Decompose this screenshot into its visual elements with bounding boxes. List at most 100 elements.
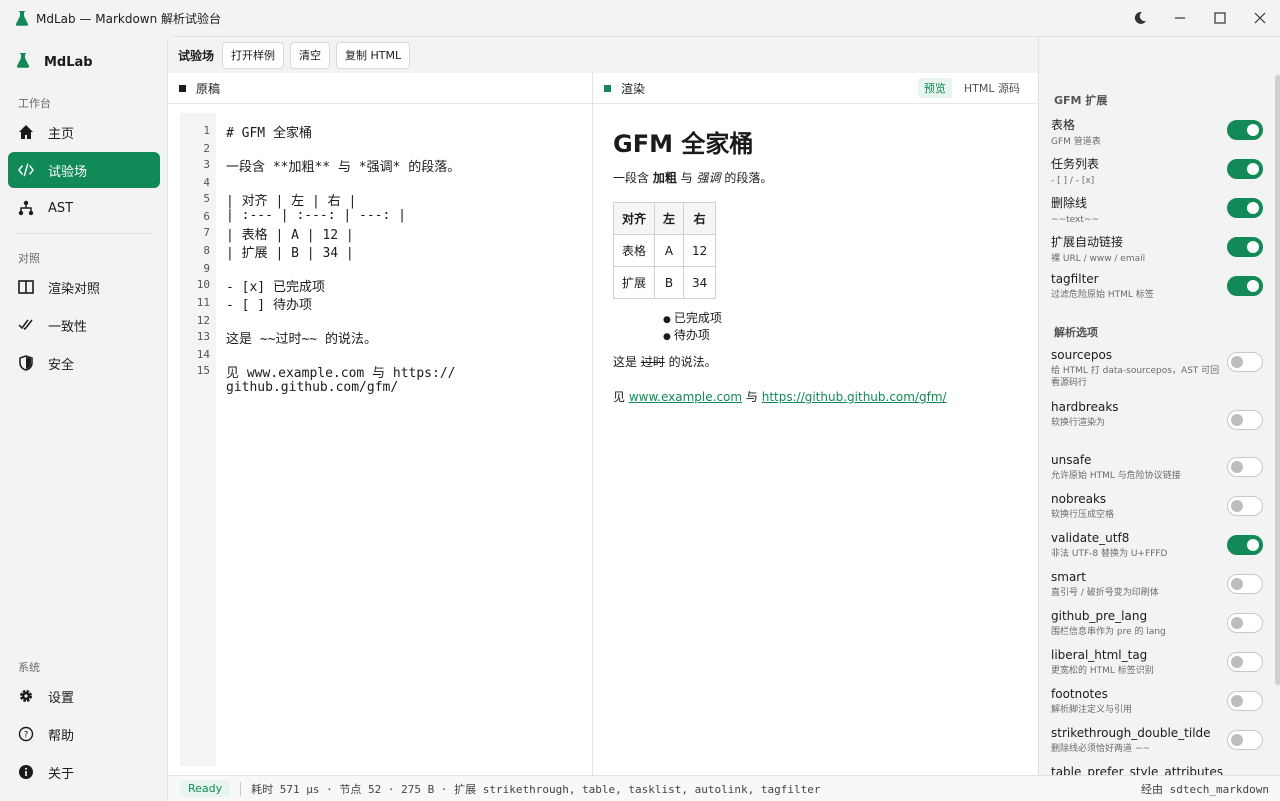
sidebar-item-label: 关于 [48,766,75,782]
render-pane-title: 渲染 [621,81,646,96]
toggle-autolink[interactable] [1227,237,1263,257]
preview-link[interactable]: https://github.github.com/gfm/ [762,390,947,404]
table-row: 表格 A 12 [612,234,717,267]
code-line: - [x] 已完成项 [226,280,325,295]
toggle-github-pre-lang[interactable] [1227,613,1263,633]
sidebar-item-about[interactable]: 关于 [8,754,160,790]
toggle-footnotes[interactable] [1227,691,1263,711]
toggle-liberal-html-tag[interactable] [1227,652,1263,672]
sidebar-item-security[interactable]: 安全 [8,345,160,381]
option-tagfilter: tagfilter 过滤危险原始 HTML 标签 [1051,272,1263,301]
table-cell: A [654,234,685,267]
toggle-nobreaks[interactable] [1227,496,1263,516]
table-header: 左 [654,202,685,235]
clear-button[interactable]: 清空 [290,41,331,69]
status-engine: 经由 sdtech_markdown [1141,782,1269,796]
moon-icon[interactable] [1120,0,1160,36]
option-desc: 过滤危险原始 HTML 标签 [1051,290,1154,300]
line-number: 15 [196,364,210,377]
code-line: - [ ] 待办项 [226,298,312,313]
svg-text:?: ? [24,731,29,741]
toggle-table[interactable] [1227,120,1263,140]
sidebar-item-label: 主页 [48,126,75,142]
option-strikethrough: 删除线 ~~text~~ [1051,194,1263,226]
sidebar-item-consistency[interactable]: 一致性 [8,307,160,343]
line-number: 9 [203,262,210,275]
option-sourcepos: sourcepos 给 HTML 打 data-sourcepos，AST 可回… [1051,348,1263,389]
sidebar-item-label: 设置 [48,690,75,706]
code-line: 这是 ~~过时~~ 的说法。 [226,332,377,347]
sidebar-item-label: 帮助 [48,728,75,744]
minimize-icon[interactable] [1160,0,1200,36]
toggle-sourcepos[interactable] [1227,352,1263,372]
option-table-prefer-style-attributes: table_prefer_style_attributes [1051,765,1263,775]
sidebar-item-render-compare[interactable]: 渲染对照 [8,269,160,305]
close-icon[interactable] [1240,0,1280,36]
line-number: 1 [203,124,210,137]
preview-paragraph: 这是 过时 的说法。 [613,353,1018,370]
source-editor[interactable]: 1 2 3 4 5 6 7 8 9 10 11 12 13 14 15 # GF… [168,104,593,775]
app-window: MdLab — Markdown 解析试验台 MdLab 工作台 主页 试验场 … [0,0,1280,801]
title-bar: MdLab — Markdown 解析试验台 [0,0,1280,36]
toggle-tasklist[interactable] [1227,159,1263,179]
status-bar: Ready 耗时 571 µs · 节点 52 · 275 B · 扩展 str… [168,775,1280,801]
toggle-hardbreaks[interactable] [1227,410,1263,430]
text: 的说法。 [664,355,717,369]
option-desc: 软换行压成空格 [1051,510,1115,520]
maximize-icon[interactable] [1200,0,1240,36]
code-icon [18,162,34,178]
text: 与 [676,171,697,185]
line-number: 13 [196,330,210,343]
toolbar: 试验场 打开样例 清空 复制 HTML [168,37,1038,73]
line-number: 5 [203,192,210,205]
option-desc: - [ ] / - [x] [1051,176,1095,186]
sidebar-item-settings[interactable]: 设置 [8,678,160,714]
preview-paragraph: 见 www.example.com 与 https://github.githu… [613,388,1018,405]
bold-text: 加粗 [652,171,677,185]
preview-list: 已完成项 待办项 [663,309,1018,343]
option-desc: ~~text~~ [1051,215,1099,225]
sidebar-item-help[interactable]: ? 帮助 [8,716,160,752]
code-line: | 扩展 | B | 34 | [226,246,354,261]
option-validate-utf8: validate_utf8 非法 UTF-8 替换为 U+FFFD [1051,531,1263,560]
sidebar-item-label: 安全 [48,357,75,373]
main-area: 试验场 打开样例 清空 复制 HTML 原稿 1 2 3 4 5 6 7 8 9… [167,36,1280,801]
line-number: 2 [203,142,210,155]
sidebar-item-playground[interactable]: 试验场 [8,152,160,188]
preview-link[interactable]: www.example.com [629,390,742,404]
line-number: 4 [203,176,210,189]
brand[interactable]: MdLab [16,52,93,72]
option-autolink: 扩展自动链接 裸 URL / www / email [1051,233,1263,265]
toggle-unsafe[interactable] [1227,457,1263,477]
extensions-title: GFM 扩展 [1054,94,1108,107]
option-name: table_prefer_style_attributes [1051,765,1223,775]
shield-icon [18,355,34,371]
options-scrollbar[interactable] [1275,75,1280,685]
toggle-validate-utf8[interactable] [1227,535,1263,555]
split-view-icon [18,279,34,295]
divider [16,233,154,234]
code-line: | :--- | :---: | ---: | [226,208,407,223]
option-github-pre-lang: github_pre_lang 围栏信息串作为 pre 的 lang [1051,609,1263,638]
tab-html-source[interactable]: HTML 源码 [958,78,1026,98]
toggle-smart[interactable] [1227,574,1263,594]
toggle-strikethrough[interactable] [1227,198,1263,218]
option-table: 表格 GFM 管道表 [1051,116,1263,148]
line-gutter: 1 2 3 4 5 6 7 8 9 10 11 12 13 14 15 [180,113,216,766]
text: 的段落。 [720,171,773,185]
strikethrough-text: 过时 [640,355,665,369]
toggle-strikethrough-double-tilde[interactable] [1227,730,1263,750]
option-unsafe: unsafe 允许原始 HTML 与危险协议链接 [1051,453,1263,482]
sidebar-item-ast[interactable]: AST [8,190,160,226]
tab-preview[interactable]: 预览 [917,78,952,98]
copy-html-button[interactable]: 复制 HTML [336,41,411,69]
option-desc: 删除线必须恰好两道 ~~ [1051,744,1150,754]
open-sample-button[interactable]: 打开样例 [222,41,285,69]
toggle-tagfilter[interactable] [1227,276,1263,296]
section-label-system: 系统 [18,661,40,674]
render-pane-header: 渲染 预览 HTML 源码 [593,73,1038,104]
emphasis-text: 强调 [696,171,721,185]
divider [240,781,242,796]
sidebar-item-home[interactable]: 主页 [8,114,160,150]
line-number: 12 [196,314,210,327]
